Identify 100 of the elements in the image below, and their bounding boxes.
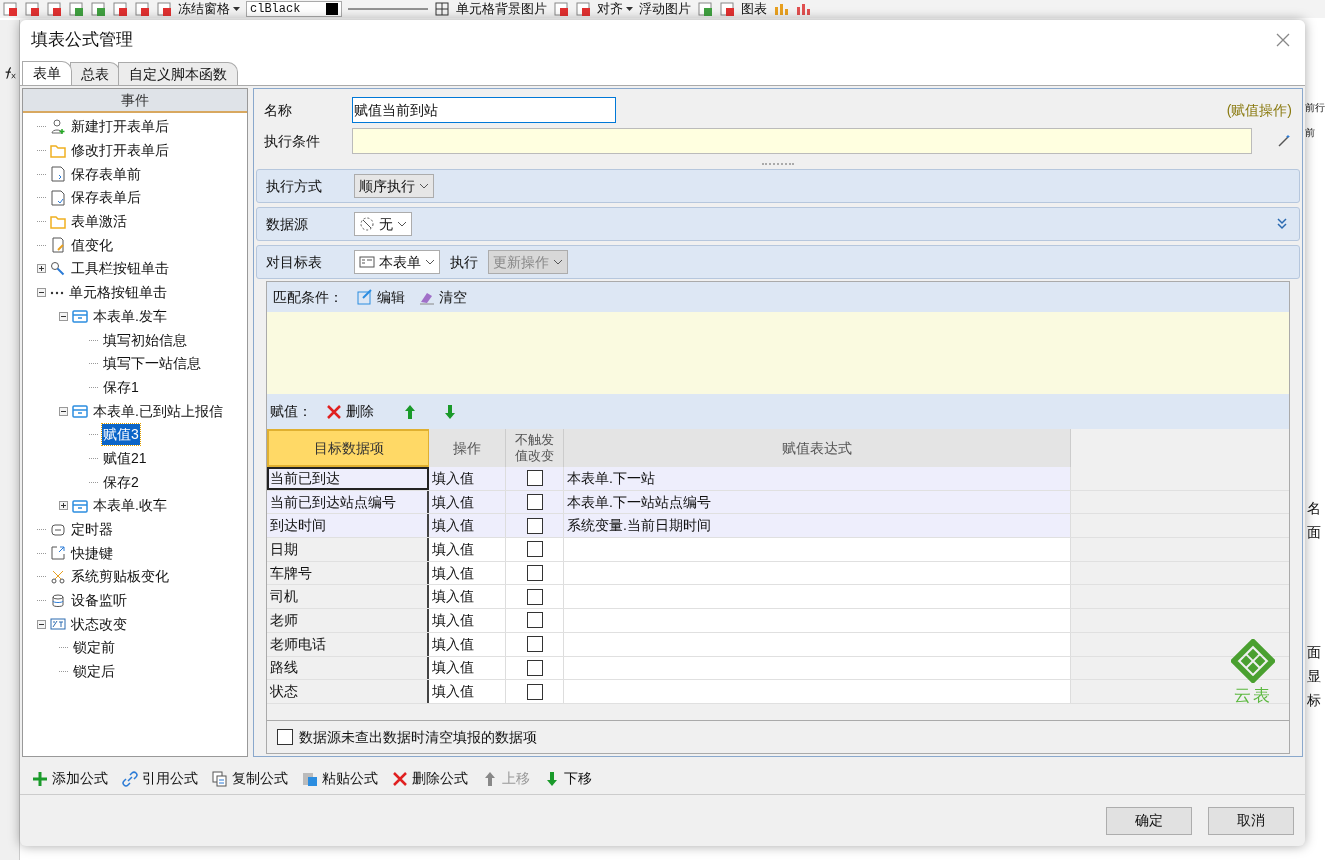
expand-toggle[interactable] [59, 501, 68, 511]
tree-item[interactable]: 新建打开表单后 [70, 116, 170, 138]
collapse-toggle[interactable] [37, 288, 46, 298]
column-header: 目标数据项 [267, 429, 429, 467]
toolbar-button[interactable]: 浮动图片 [639, 0, 691, 18]
checkbox[interactable] [526, 588, 543, 605]
copy-icon [212, 770, 228, 787]
table-cell: 填入值 [429, 680, 506, 703]
grid-text: 面 [1307, 643, 1321, 662]
tree-item[interactable]: 保存2 [102, 471, 140, 493]
tree-item[interactable]: 锁定后 [72, 661, 116, 683]
toolbar-button[interactable]: 粘贴公式 [298, 766, 382, 791]
table-cell[interactable]: 老师 [267, 609, 429, 632]
checkbox-label: 数据源未查出数据时清空填报的数据项 [299, 727, 537, 747]
table-cell: 系统变量.当前日期时间 [564, 514, 1071, 538]
dialog-button[interactable]: 取消 [1208, 806, 1294, 835]
chevron-down-icon [553, 259, 563, 265]
tree-item[interactable]: 本表单.发车 [92, 305, 168, 327]
tree-item[interactable]: 工具栏按钮单击 [70, 258, 170, 280]
table-cell[interactable]: 到达时间 [267, 514, 429, 538]
tree-item[interactable]: 赋值21 [102, 447, 148, 469]
name-field[interactable]: 赋值当前到站 [352, 97, 616, 123]
timer-icon [50, 521, 66, 538]
grid-text: 前行 [1305, 101, 1325, 115]
plus-icon [32, 770, 48, 787]
tree-item[interactable]: 保存表单前 [70, 163, 142, 185]
folder-icon [50, 213, 66, 230]
tree-item[interactable]: 保存表单后 [70, 187, 142, 209]
checkbox[interactable] [526, 470, 543, 487]
tree-item[interactable]: 快捷键 [70, 542, 114, 564]
tree-item[interactable]: 定时器 [70, 519, 114, 541]
table-cell[interactable]: 当前已到达站点编号 [267, 490, 429, 514]
table-cell[interactable]: 车牌号 [267, 561, 429, 585]
toolbar-button[interactable]: 引用公式 [118, 766, 202, 791]
chevron-down-icon [419, 183, 429, 189]
tree-item[interactable]: 状态改变 [70, 613, 128, 635]
tree-item[interactable]: 设备监听 [70, 590, 128, 612]
link-icon [122, 770, 138, 787]
collapse-toggle[interactable] [59, 406, 68, 416]
checkbox[interactable] [526, 636, 543, 653]
toolbar-button[interactable]: 删除 [326, 401, 374, 422]
toolbar-button[interactable]: 下移 [540, 766, 596, 791]
arrow-down-icon [442, 403, 458, 420]
wand-icon [1276, 133, 1292, 149]
tree-item[interactable]: 赋值3 [102, 424, 140, 446]
toolbar-button[interactable]: 添加公式 [28, 766, 112, 791]
checkbox[interactable] [526, 541, 543, 558]
tree-item[interactable]: 本表单.收车 [92, 495, 168, 517]
color-field[interactable]: clBlack [246, 1, 342, 17]
table-cell[interactable]: 老师电话 [267, 632, 429, 656]
table-cell[interactable]: 司机 [267, 585, 429, 609]
double-chevron-icon [1274, 216, 1290, 232]
condition-field[interactable] [352, 128, 1252, 154]
dropdown[interactable]: 无 [354, 212, 412, 236]
grid-text: 前 [1305, 126, 1316, 140]
tree-item[interactable]: 填写初始信息 [102, 329, 188, 351]
tab[interactable]: 总表 [70, 62, 120, 85]
toolbar-button[interactable]: 清空 [419, 286, 467, 308]
caret-icon [626, 7, 633, 11]
dialog-button[interactable]: 确定 [1106, 806, 1192, 835]
table-cell: 填入值 [429, 538, 506, 561]
grid-text: 名 [1307, 499, 1321, 518]
table-cell[interactable]: 状态 [267, 680, 429, 703]
field-label: 数据源 [266, 214, 309, 234]
table-cell[interactable]: 当前已到达 [267, 467, 429, 490]
toolbar-button[interactable]: 删除公式 [388, 766, 472, 791]
tree-item[interactable]: 填写下一站信息 [102, 353, 202, 375]
table-cell[interactable]: 路线 [267, 656, 429, 680]
tree-item[interactable]: 修改打开表单后 [70, 140, 170, 162]
toolbar-button[interactable]: 对齐 [597, 0, 633, 18]
field-label: 执行 [450, 252, 478, 272]
checkbox[interactable] [526, 612, 543, 629]
grid-text: 面 [1307, 523, 1321, 542]
toolbar-button[interactable]: 单元格背景图片 [456, 0, 547, 18]
tab[interactable]: 表单 [22, 61, 72, 85]
checkbox[interactable] [526, 517, 543, 534]
toolbar-button[interactable]: 冻结窗格 [178, 0, 240, 18]
field-label: 执行方式 [266, 176, 323, 196]
checkbox[interactable] [277, 729, 293, 745]
dropdown[interactable]: 本表单 [354, 250, 440, 274]
tree-item[interactable]: 表单激活 [70, 211, 128, 233]
checkbox[interactable] [526, 494, 543, 511]
arrow-up-icon [482, 770, 498, 787]
dropdown[interactable]: 顺序执行 [354, 174, 434, 198]
expand-toggle[interactable] [37, 264, 46, 274]
tree-item[interactable]: 单元格按钮单击 [68, 282, 168, 304]
tab[interactable]: 自定义脚本函数 [118, 62, 238, 85]
checkbox[interactable] [526, 659, 543, 676]
checkbox[interactable] [526, 683, 543, 700]
tree-item[interactable]: 系统剪贴板变化 [70, 566, 170, 588]
collapse-toggle[interactable] [37, 619, 46, 629]
tree-item[interactable]: 本表单.已到站上报信 [92, 400, 224, 422]
toolbar-button[interactable]: 图表 [741, 0, 767, 18]
toolbar-button[interactable]: 编辑 [357, 286, 405, 308]
tree-item[interactable]: 值变化 [70, 234, 114, 256]
tree-item[interactable]: 保存1 [102, 376, 140, 398]
tree-item[interactable]: 锁定前 [72, 637, 116, 659]
collapse-toggle[interactable] [59, 311, 68, 321]
toolbar-button[interactable]: 复制公式 [208, 766, 292, 791]
checkbox[interactable] [526, 565, 543, 582]
